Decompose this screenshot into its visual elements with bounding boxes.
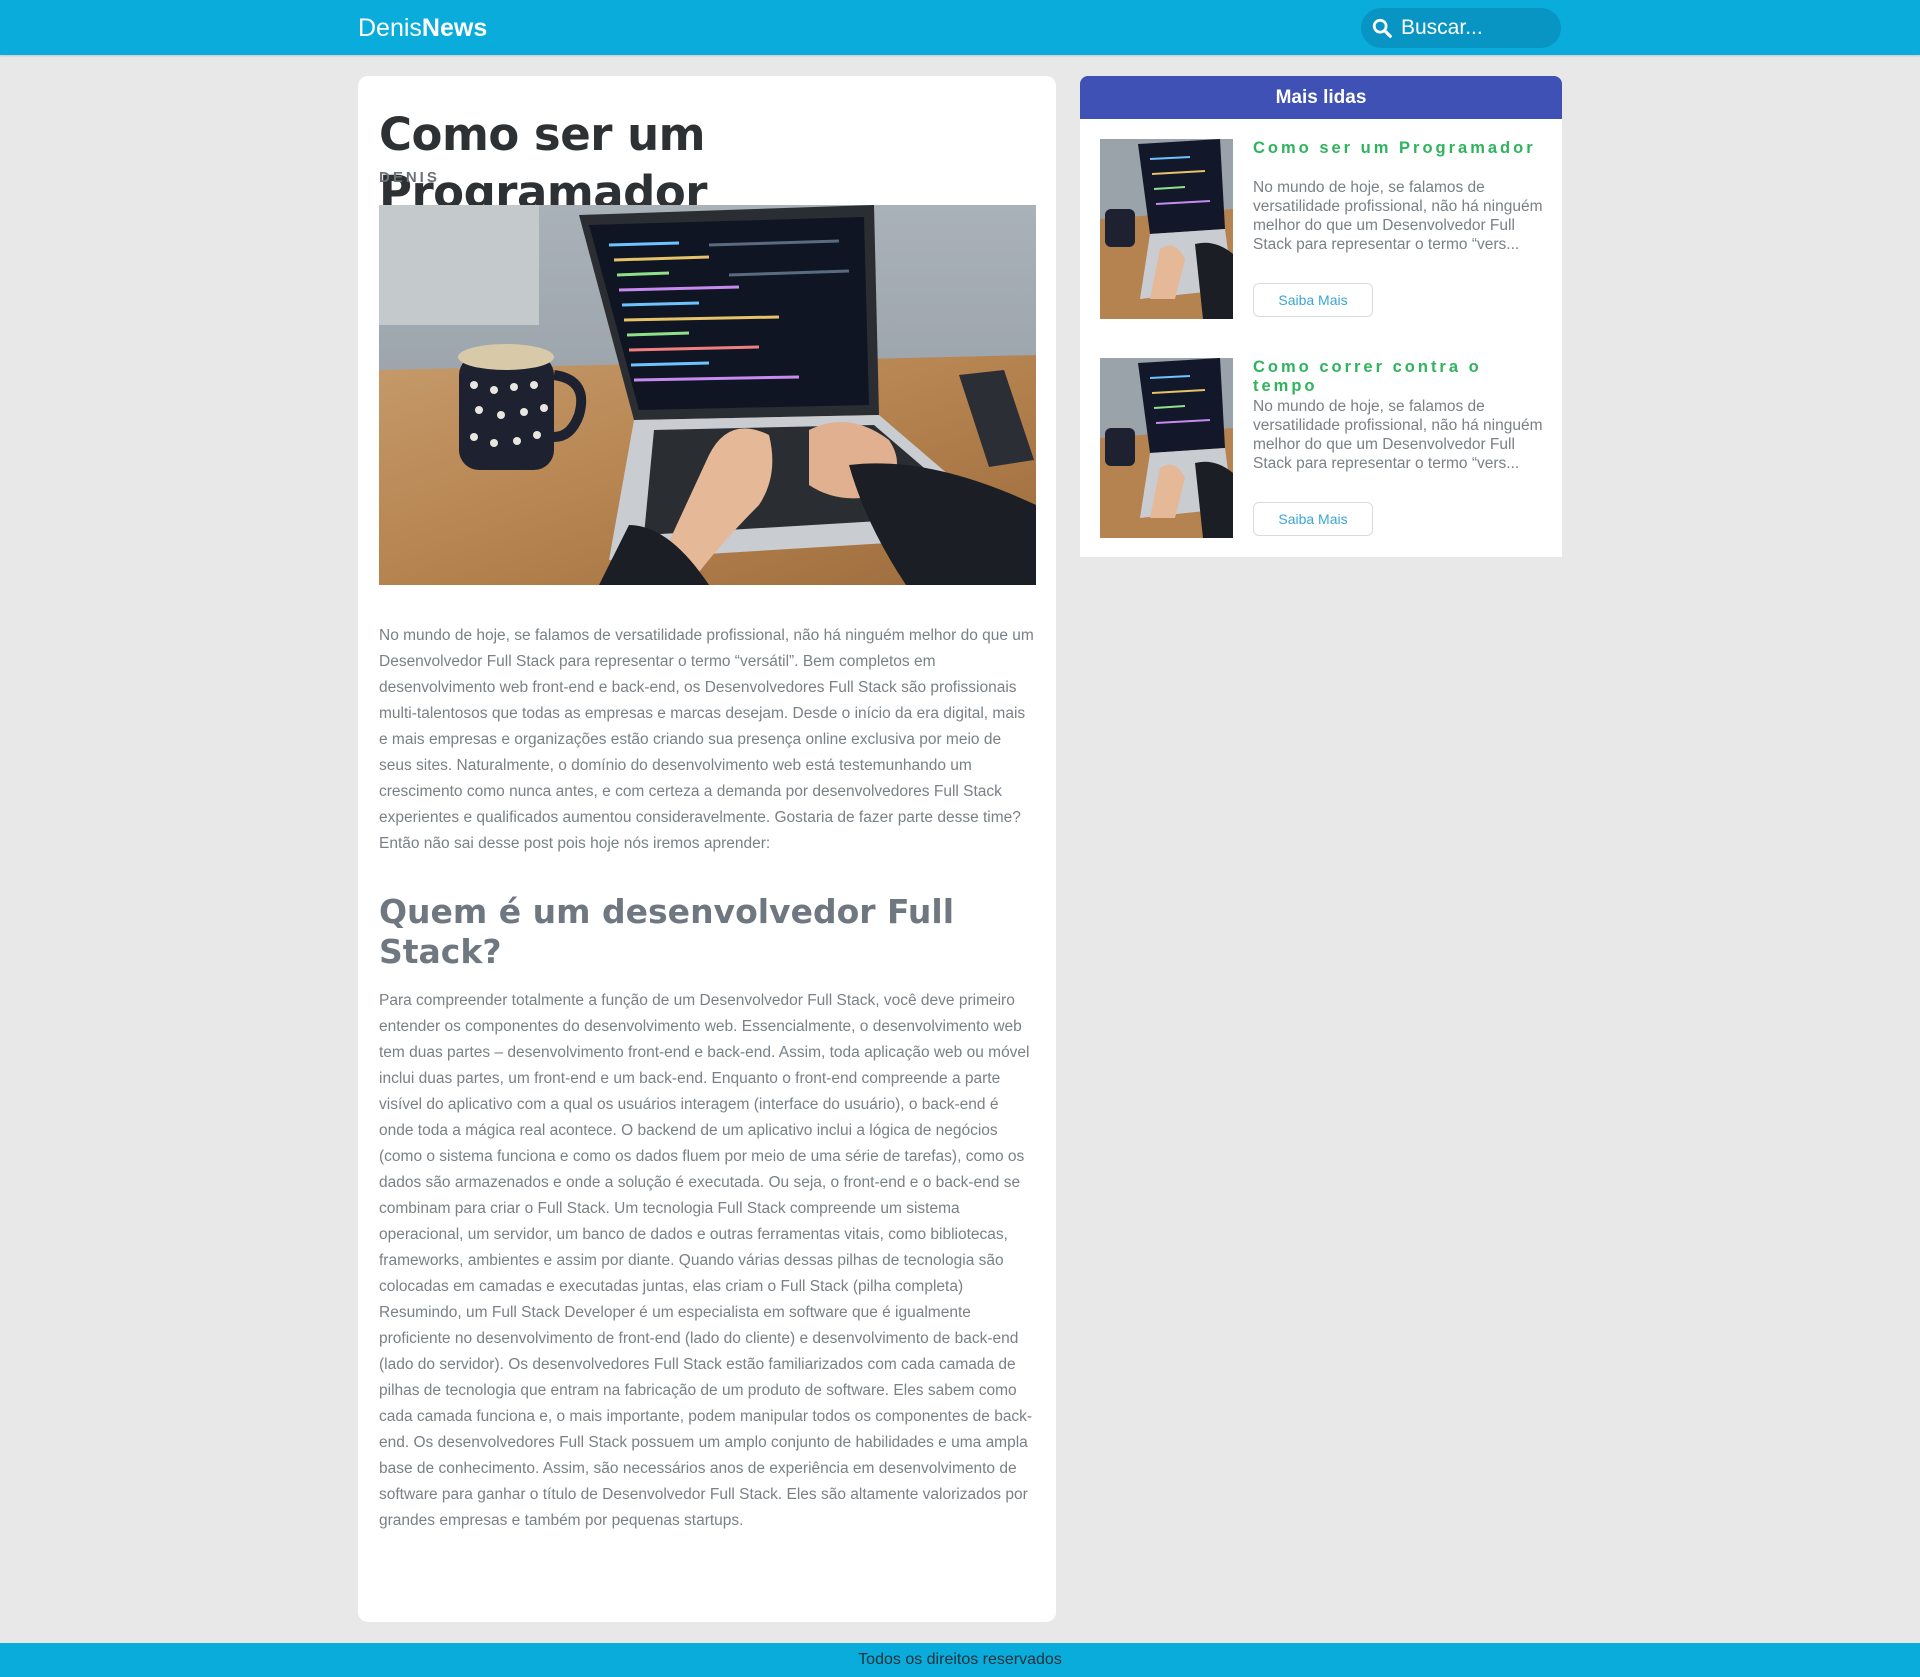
search-icon[interactable] — [1371, 17, 1393, 39]
sidebar-heading: Mais lidas — [1080, 76, 1562, 119]
read-more-button[interactable]: Saiba Mais — [1253, 502, 1373, 536]
article-author: DENIS — [379, 169, 440, 186]
top-navbar: DenisNews — [0, 0, 1920, 55]
sidebar-post-excerpt: No mundo de hoje, se falamos de versatil… — [1253, 179, 1543, 253]
sidebar-post-item: Como correr contra o tempo No mundo de h… — [1100, 358, 1545, 540]
post-thumbnail[interactable] — [1100, 139, 1233, 319]
article-paragraph: No mundo de hoje, se falamos de versatil… — [379, 627, 1034, 852]
article-paragraph: Para compreender totalmente a função de … — [379, 992, 1033, 1529]
logo-text-light: Denis — [358, 14, 422, 42]
article-subheading: Quem é um desenvolvedor Full Stack? — [379, 892, 955, 971]
site-logo[interactable]: DenisNews — [358, 12, 487, 44]
most-read-sidebar: Mais lidas Como ser um Programador No mu… — [1080, 76, 1562, 557]
search-input[interactable] — [1401, 13, 1551, 43]
logo-text-bold: News — [421, 14, 488, 42]
post-thumbnail[interactable] — [1100, 358, 1233, 538]
sidebar-post-item: Como ser um Programador No mundo de hoje… — [1100, 139, 1545, 321]
article-hero-image — [379, 205, 1036, 585]
article-card: Como ser um Programador DENIS No mundo d… — [358, 76, 1056, 1622]
site-footer: Todos os direitos reservados — [0, 1643, 1920, 1677]
sidebar-post-excerpt: No mundo de hoje, se falamos de versatil… — [1253, 398, 1543, 472]
sidebar-post-title[interactable]: Como ser um Programador — [1253, 139, 1543, 158]
search-box[interactable] — [1361, 8, 1561, 48]
read-more-button[interactable]: Saiba Mais — [1253, 283, 1373, 317]
sidebar-post-title[interactable]: Como correr contra o tempo — [1253, 358, 1543, 396]
